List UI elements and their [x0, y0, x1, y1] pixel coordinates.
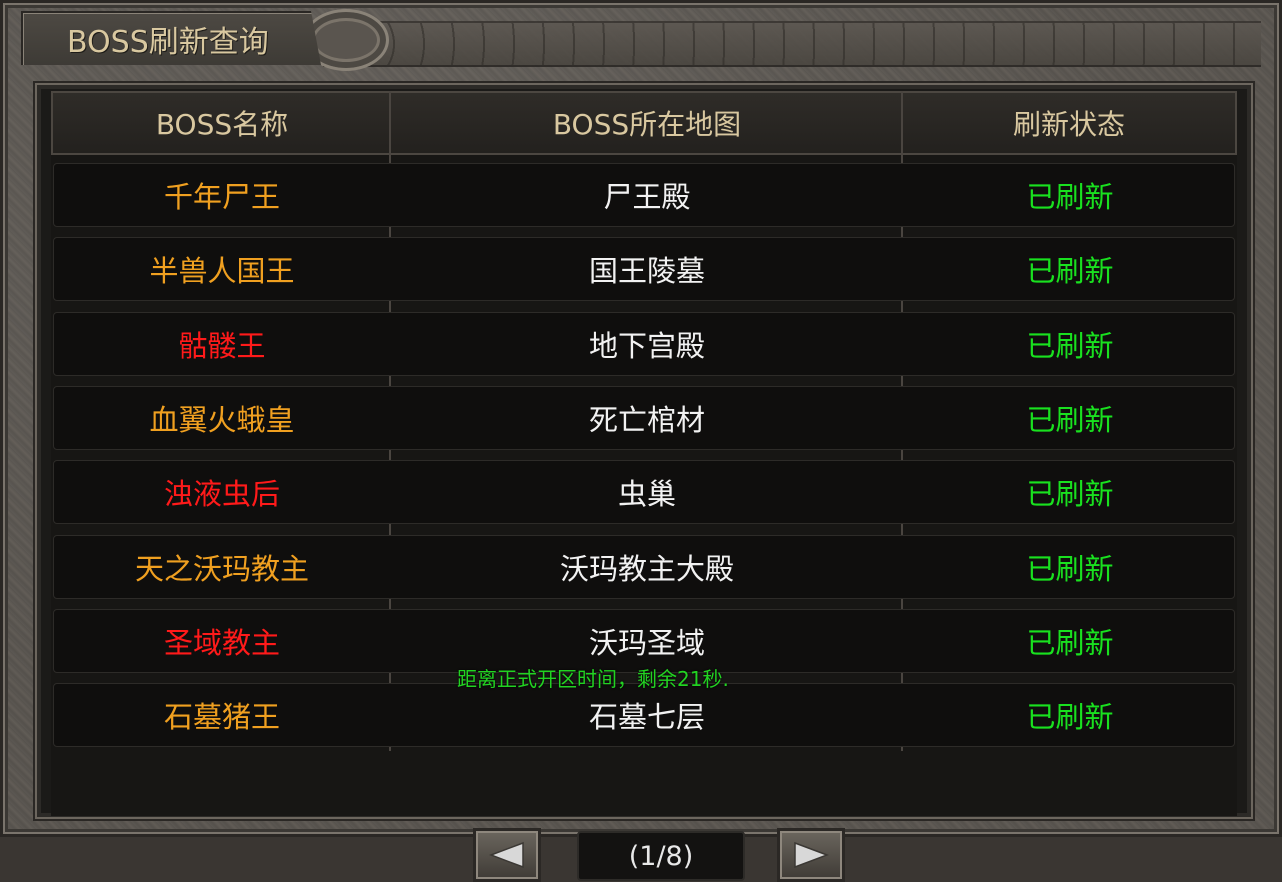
title-ornament-band — [323, 21, 1261, 67]
boss-map: 石墓七层 — [588, 700, 705, 734]
boss-name: 石墓猪王 — [163, 700, 280, 734]
page-indicator: (1/8) — [577, 831, 745, 881]
refresh-status: 已刷新 — [1026, 477, 1114, 511]
boss-table-panel: BOSS名称 BOSS所在地图 刷新状态 千年尸王 尸王殿 已刷新 半兽人国王 国王陵墓… — [33, 81, 1255, 882]
boss-map: 沃玛教主大殿 — [559, 552, 734, 586]
boss-name: 骷髅王 — [178, 329, 266, 363]
table-header: BOSS名称 BOSS所在地图 刷新状态 — [51, 91, 1237, 155]
table-row: 天之沃玛教主 沃玛教主大殿 已刷新 — [53, 535, 1235, 599]
boss-map: 尸王殿 — [603, 180, 691, 214]
boss-name: 半兽人国王 — [149, 254, 295, 288]
boss-name: 圣域教主 — [163, 626, 280, 660]
boss-map: 死亡棺材 — [588, 403, 705, 437]
header-refresh-status: 刷新状态 — [1012, 108, 1125, 141]
boss-map: 国王陵墓 — [588, 254, 705, 288]
table-row: 千年尸王 尸王殿 已刷新 — [53, 163, 1235, 227]
boss-map: 地下宫殿 — [588, 329, 705, 363]
table-row: 浊液虫后 虫巢 已刷新 — [53, 460, 1235, 524]
refresh-status: 已刷新 — [1026, 626, 1114, 660]
left-arrow-icon — [489, 841, 524, 869]
boss-refresh-window: BOSS刷新查询 BOSS名称 BOSS所在地图 刷新状态 千年尸王 尸王殿 已刷新… — [0, 0, 1282, 882]
refresh-status: 已刷新 — [1026, 700, 1114, 734]
boss-map: 虫巢 — [617, 477, 676, 511]
refresh-status: 已刷新 — [1026, 329, 1114, 363]
right-arrow-icon — [794, 841, 829, 869]
table-row: 血翼火蛾皇 死亡棺材 已刷新 — [53, 386, 1235, 450]
refresh-status: 已刷新 — [1026, 552, 1114, 586]
header-boss-name: BOSS名称 — [155, 108, 289, 141]
window-title: BOSS刷新查询 — [67, 25, 269, 60]
boss-name: 血翼火蛾皇 — [149, 403, 295, 437]
boss-name: 天之沃玛教主 — [134, 552, 309, 586]
refresh-status: 已刷新 — [1026, 254, 1114, 288]
server-open-countdown: 距离正式开区时间，剩余21秒. — [457, 667, 729, 691]
refresh-status: 已刷新 — [1026, 180, 1114, 214]
boss-table: BOSS名称 BOSS所在地图 刷新状态 千年尸王 尸王殿 已刷新 半兽人国王 国王陵墓… — [51, 91, 1237, 816]
header-boss-map: BOSS所在地图 — [552, 108, 742, 141]
boss-name: 浊液虫后 — [163, 477, 280, 511]
refresh-status: 已刷新 — [1026, 403, 1114, 437]
table-row: 石墓猪王 石墓七层 已刷新 — [53, 683, 1235, 747]
next-page-button[interactable] — [777, 828, 845, 882]
boss-name: 千年尸王 — [163, 180, 280, 214]
table-row: 半兽人国王 国王陵墓 已刷新 — [53, 237, 1235, 301]
table-row: 骷髅王 地下宫殿 已刷新 — [53, 312, 1235, 376]
prev-page-button[interactable] — [473, 828, 541, 882]
